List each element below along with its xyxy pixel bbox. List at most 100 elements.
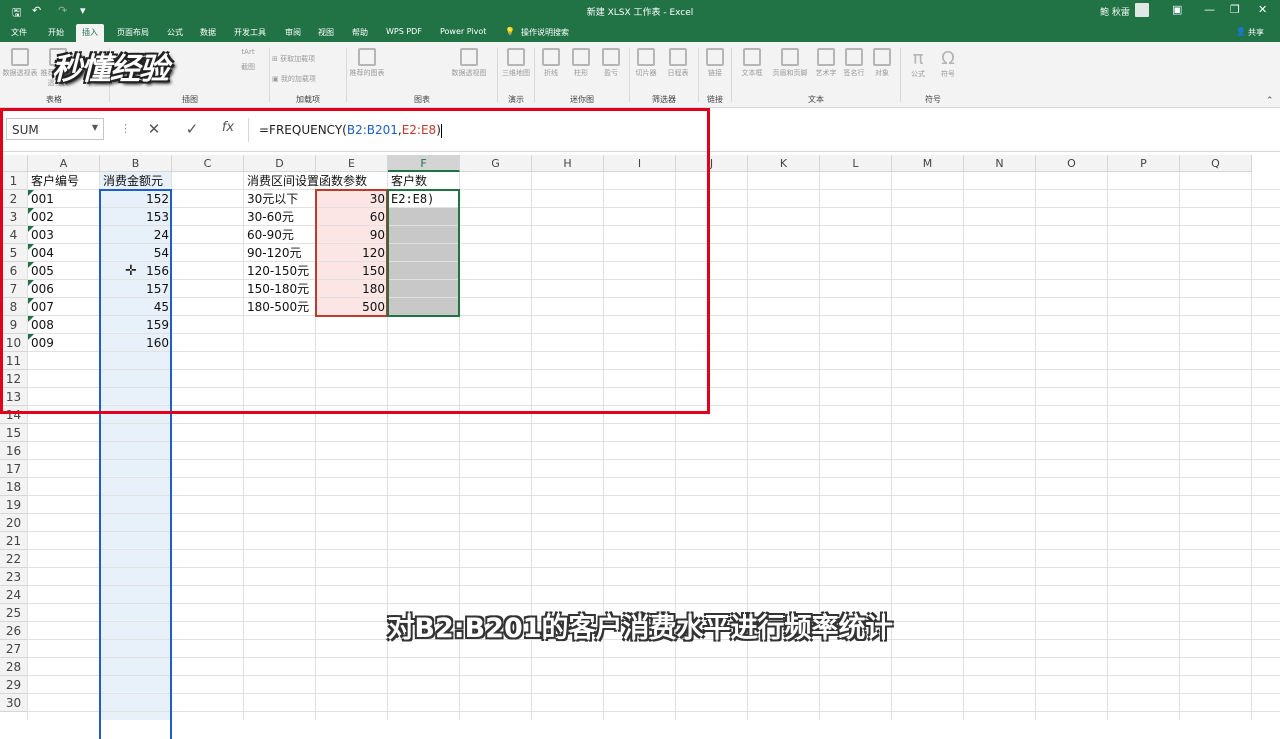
tab-insert[interactable]: 插入	[76, 24, 104, 42]
tell-me-search[interactable]: 操作说明搜索	[521, 27, 569, 38]
group-label: 加载项	[296, 95, 320, 104]
gridline-row	[28, 477, 1280, 478]
avatar[interactable]	[1135, 3, 1149, 17]
gridline-row	[28, 675, 1280, 676]
subtitle-caption: 对B2:B201的客户消费水平进行频率统计	[387, 613, 893, 644]
group-label: 插图	[182, 95, 198, 104]
group-label: 筛选器	[652, 95, 676, 104]
tab-wps-pdf[interactable]: WPS PDF	[386, 27, 422, 36]
recommended-charts-button[interactable]: 推荐的图表	[347, 48, 387, 78]
row-header-15[interactable]: 15	[0, 424, 28, 442]
gridline-row	[28, 513, 1280, 514]
close-icon[interactable]: ✕	[1258, 3, 1267, 16]
timeline-button[interactable]: 日程表	[660, 48, 696, 78]
gridline-row	[28, 567, 1280, 568]
tab-help[interactable]: 帮助	[352, 27, 368, 38]
omega-icon: Ω	[941, 48, 955, 69]
minimize-icon[interactable]: —	[1204, 3, 1215, 16]
timeline-icon	[669, 48, 687, 66]
row-header-20[interactable]: 20	[0, 514, 28, 532]
gridline-row	[28, 459, 1280, 460]
ribbon-display-icon[interactable]: ▣	[1172, 3, 1182, 16]
link-button[interactable]: 链接	[695, 48, 735, 78]
row-header-23[interactable]: 23	[0, 568, 28, 586]
ribbon: 数据透视表 推荐的数据透视表 表格 tArt 截图 插图 ⊞ 获取加载项 ▣ 我…	[0, 42, 1280, 108]
row-header-21[interactable]: 21	[0, 532, 28, 550]
group-label: 演示	[508, 95, 524, 104]
object-icon	[873, 48, 891, 66]
gridline-row	[28, 585, 1280, 586]
row-header-17[interactable]: 17	[0, 460, 28, 478]
slicer-button[interactable]: 切片器	[628, 48, 664, 78]
group-links: 链接 链接	[699, 46, 731, 108]
tab-file[interactable]: 文件	[11, 27, 27, 38]
collapse-ribbon-icon[interactable]: ⌃	[1266, 96, 1274, 106]
row-header-22[interactable]: 22	[0, 550, 28, 568]
sparkline-winloss-button[interactable]: 盈亏	[593, 48, 629, 78]
smartart-button[interactable]: tArt	[228, 48, 268, 56]
gridline-row	[28, 711, 1280, 712]
my-addins-button[interactable]: ▣ 我的加载项	[272, 74, 346, 84]
pivot-chart-button[interactable]: 数据透视图	[445, 48, 493, 78]
group-text: 文本框 页眉和页脚 艺术字 签名行 对象 文本	[732, 46, 900, 108]
group-filters: 切片器 日程表 筛选器	[630, 46, 698, 108]
object-button[interactable]: 对象	[866, 48, 898, 78]
share-button[interactable]: 共享	[1248, 27, 1264, 38]
slicer-icon	[637, 48, 655, 66]
row-header-19[interactable]: 19	[0, 496, 28, 514]
gridline-row	[28, 441, 1280, 442]
wordart-icon	[817, 48, 835, 66]
column-sparkline-icon	[572, 48, 590, 66]
gridline-row	[28, 603, 1280, 604]
column-header-m[interactable]: M	[892, 155, 964, 172]
share-icon[interactable]: 👤	[1236, 27, 1246, 36]
group-label: 表格	[46, 95, 62, 104]
globe-link-icon	[706, 48, 724, 66]
column-header-n[interactable]: N	[964, 155, 1036, 172]
map-icon	[507, 48, 525, 66]
tab-review[interactable]: 审阅	[285, 27, 301, 38]
row-header-30[interactable]: 30	[0, 694, 28, 712]
group-addins: ⊞ 获取加载项 ▣ 我的加载项 加载项	[270, 46, 346, 108]
row-header-29[interactable]: 29	[0, 676, 28, 694]
column-header-p[interactable]: P	[1108, 155, 1180, 172]
column-header-o[interactable]: O	[1036, 155, 1108, 172]
get-addins-button[interactable]: ⊞ 获取加载项	[272, 54, 346, 64]
tab-developer[interactable]: 开发工具	[234, 27, 266, 38]
tab-page-layout[interactable]: 页面布局	[117, 27, 149, 38]
line-sparkline-icon	[542, 48, 560, 66]
gridline-row	[28, 495, 1280, 496]
column-header-l[interactable]: L	[820, 155, 892, 172]
ribbon-tabs: 文件 开始 插入 页面布局 公式 数据 开发工具 审阅 视图 帮助 WPS PD…	[0, 22, 1280, 42]
user-name[interactable]: 鲍 秋雷	[1100, 5, 1130, 18]
column-header-q[interactable]: Q	[1180, 155, 1252, 172]
group-sparklines: 折线 柱形 盈亏 迷你图	[535, 46, 629, 108]
row-header-24[interactable]: 24	[0, 586, 28, 604]
gridline-row	[28, 531, 1280, 532]
row-header-18[interactable]: 18	[0, 478, 28, 496]
restore-icon[interactable]: ❐	[1230, 3, 1240, 16]
pi-icon: π	[912, 48, 924, 69]
row-header-16[interactable]: 16	[0, 442, 28, 460]
pivot-table-button[interactable]: 数据透视表	[0, 48, 40, 78]
tab-formulas[interactable]: 公式	[167, 27, 183, 38]
row-header-28[interactable]: 28	[0, 658, 28, 676]
group-label: 图表	[414, 95, 430, 104]
group-symbols: π 公式 Ω 符号 符号	[901, 46, 965, 108]
annotation-highlight-box	[0, 108, 710, 414]
symbol-button[interactable]: Ω 符号	[931, 48, 965, 79]
column-header-k[interactable]: K	[748, 155, 820, 172]
lightbulb-icon: 💡	[505, 27, 515, 36]
header-footer-button[interactable]: 页眉和页脚	[768, 48, 812, 78]
gridline-row	[28, 657, 1280, 658]
3d-map-button[interactable]: 三维地图	[496, 48, 536, 78]
group-tours: 三维地图 演示	[498, 46, 534, 108]
textbox-button[interactable]: 文本框	[734, 48, 770, 78]
tab-power-pivot[interactable]: Power Pivot	[440, 27, 486, 36]
screenshot-button[interactable]: 截图	[228, 62, 268, 72]
tab-data[interactable]: 数据	[200, 27, 216, 38]
equation-button[interactable]: π 公式	[901, 48, 935, 79]
gridline-row	[28, 423, 1280, 424]
tab-view[interactable]: 视图	[318, 27, 334, 38]
tab-home[interactable]: 开始	[48, 27, 64, 38]
